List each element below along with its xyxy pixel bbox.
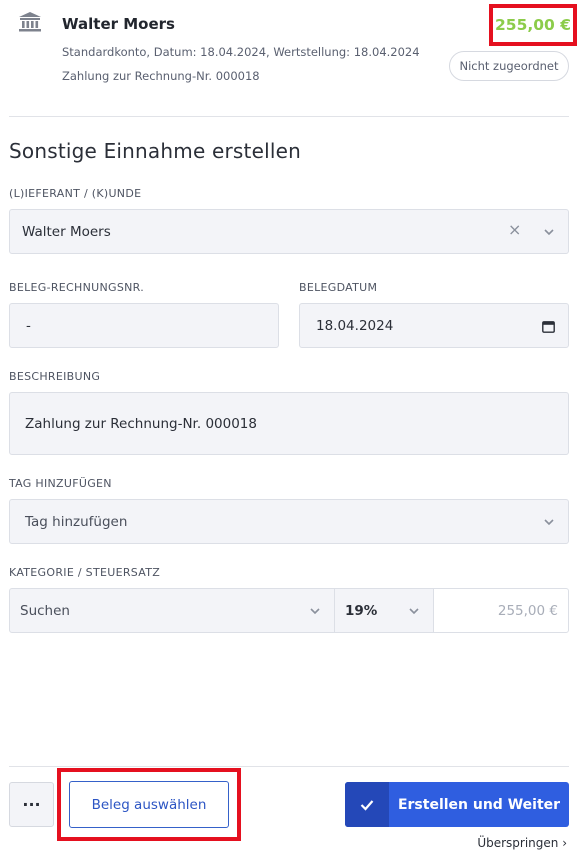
description-label: BESCHREIBUNG — [9, 370, 101, 383]
category-search-select[interactable]: Suchen — [9, 588, 335, 633]
calendar-icon[interactable] — [542, 320, 555, 333]
divider — [9, 766, 569, 767]
supplier-label: (L)IEFERANT / (K)UNDE — [9, 187, 142, 200]
category-amount-value: 255,00 € — [497, 602, 558, 619]
tag-select[interactable]: Tag hinzufügen — [9, 499, 569, 544]
status-badge[interactable]: Nicht zugeordnet — [449, 51, 569, 81]
tag-label: TAG HINZUFÜGEN — [9, 477, 112, 490]
transaction-header: Walter Moers Standardkonto, Datum: 18.04… — [0, 0, 583, 117]
category-label: KATEGORIE / STEUERSATZ — [9, 566, 161, 579]
tag-placeholder: Tag hinzufügen — [25, 513, 128, 530]
chevron-down-icon[interactable] — [544, 517, 554, 527]
description-value: Zahlung zur Rechnung-Nr. 000018 — [25, 415, 257, 432]
chevron-down-icon[interactable] — [544, 227, 554, 237]
create-and-next-button[interactable]: Erstellen und Weiter — [345, 782, 569, 827]
check-icon — [345, 782, 389, 827]
supplier-select[interactable]: Walter Moers × — [9, 209, 569, 254]
divider — [9, 116, 569, 117]
tax-rate-value: 19% — [345, 602, 378, 619]
chevron-down-icon[interactable] — [409, 606, 419, 616]
payer-name: Walter Moers — [62, 15, 175, 33]
form-title: Sonstige Einnahme erstellen — [9, 139, 301, 163]
invoice-number-label: BELEG-RECHNUNGSNR. — [9, 281, 145, 294]
tax-rate-select[interactable]: 19% — [334, 588, 434, 633]
invoice-number-input[interactable]: - — [9, 303, 279, 348]
date-value: 18.04.2024 — [316, 317, 394, 334]
transaction-reference: Zahlung zur Rechnung-Nr. 000018 — [62, 69, 260, 83]
skip-link[interactable]: Überspringen › — [477, 836, 567, 850]
chevron-down-icon[interactable] — [310, 606, 320, 616]
date-input[interactable]: 18.04.2024 — [299, 303, 569, 348]
amount-highlight: 255,00 € — [489, 4, 577, 46]
invoice-number-value: - — [26, 317, 31, 334]
category-placeholder: Suchen — [20, 602, 70, 619]
bank-icon — [19, 12, 41, 32]
more-actions-button[interactable]: ··· — [9, 782, 54, 827]
clear-icon[interactable]: × — [508, 220, 521, 239]
description-textarea[interactable]: Zahlung zur Rechnung-Nr. 000018 — [9, 392, 569, 455]
supplier-value: Walter Moers — [22, 223, 111, 240]
select-receipt-button[interactable]: Beleg auswählen — [69, 781, 229, 828]
category-amount-input[interactable]: 255,00 € — [433, 588, 569, 633]
date-label: BELEGDATUM — [299, 281, 378, 294]
transaction-amount: 255,00 € — [495, 16, 571, 34]
transaction-meta: Standardkonto, Datum: 18.04.2024, Wertst… — [62, 45, 420, 59]
create-and-next-label: Erstellen und Weiter — [397, 796, 561, 813]
